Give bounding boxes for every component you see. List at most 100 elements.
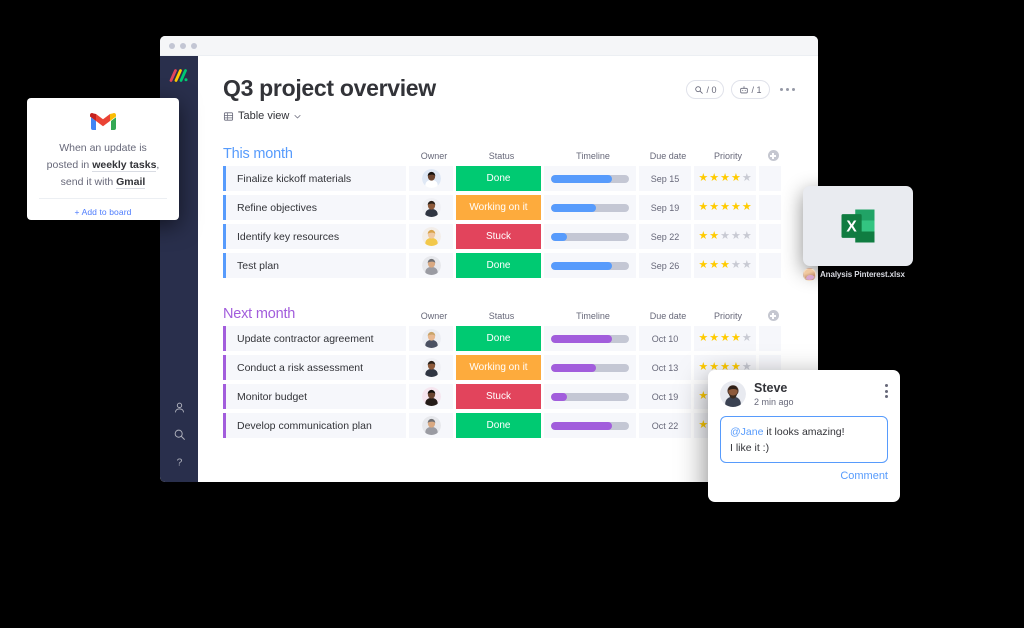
owner-cell[interactable] [409,326,453,351]
search-icon[interactable] [173,428,186,441]
priority-star[interactable]: ★ [720,333,730,344]
priority-star[interactable]: ★ [731,173,741,184]
column-header[interactable]: Priority [697,151,759,162]
timeline-cell[interactable] [544,195,636,220]
column-header[interactable]: Timeline [547,311,639,322]
table-row[interactable]: Update contractor agreement Done Oct 10 ★ ★ ★… [223,326,798,351]
owner-cell[interactable] [409,253,453,278]
status-cell[interactable]: Stuck [456,224,541,249]
task-name-cell[interactable]: Finalize kickoff materials [223,166,406,191]
priority-star[interactable]: ★ [731,260,741,271]
column-header[interactable]: Owner [412,311,456,322]
table-row[interactable]: Refine objectives Working on it Sep 19 ★ ★ ★ ★… [223,195,798,220]
priority-cell[interactable]: ★★★★★ [694,195,756,220]
priority-star[interactable]: ★ [731,231,741,242]
priority-star[interactable]: ★ [709,173,719,184]
status-cell[interactable]: Working on it [456,195,541,220]
priority-cell[interactable]: ★★★★★ [694,224,756,249]
window-maximize-dot[interactable] [191,42,197,49]
priority-star[interactable]: ★ [731,202,741,213]
comment-more-menu-button[interactable] [885,381,888,398]
excel-file-card[interactable]: X [803,186,913,266]
priority-cell[interactable]: ★★★★★ [694,253,756,278]
priority-star[interactable]: ★ [709,202,719,213]
priority-star[interactable]: ★ [698,420,708,431]
priority-star[interactable]: ★ [720,173,730,184]
add-column-button[interactable] [767,150,779,161]
owner-cell[interactable] [409,166,453,191]
timeline-cell[interactable] [544,253,636,278]
due-date-cell[interactable]: Sep 26 [639,253,691,278]
help-question-icon[interactable]: ? [173,455,186,468]
status-cell[interactable]: Done [456,413,541,438]
timeline-cell[interactable] [544,413,636,438]
timeline-cell[interactable] [544,166,636,191]
add-to-board-link[interactable]: + Add to board [39,199,167,217]
status-cell[interactable]: Stuck [456,384,541,409]
due-date-cell[interactable]: Sep 19 [639,195,691,220]
priority-star[interactable]: ★ [720,202,730,213]
priority-star[interactable]: ★ [742,260,752,271]
group-title[interactable]: Next month [223,306,409,322]
timeline-cell[interactable] [544,326,636,351]
comment-submit-button[interactable]: Comment [720,470,888,482]
table-row[interactable]: Finalize kickoff materials Done Sep 15 ★ ★ ★ ★… [223,166,798,191]
timeline-cell[interactable] [544,224,636,249]
due-date-cell[interactable]: Sep 22 [639,224,691,249]
board-more-menu-button[interactable] [777,87,799,92]
due-date-cell[interactable]: Oct 22 [639,413,691,438]
priority-star[interactable]: ★ [698,202,708,213]
priority-cell[interactable]: ★★★★★ [694,166,756,191]
priority-star[interactable]: ★ [720,260,730,271]
priority-star[interactable]: ★ [698,391,708,402]
column-header[interactable]: Status [459,311,544,322]
comment-input[interactable]: @Jane it looks amazing! I like it :) [720,416,888,463]
priority-star[interactable]: ★ [698,333,708,344]
due-date-cell[interactable]: Oct 10 [639,326,691,351]
automation-pill-button[interactable]: / 1 [731,80,770,99]
priority-star[interactable]: ★ [709,333,719,344]
status-cell[interactable]: Done [456,326,541,351]
task-name-cell[interactable]: Monitor budget [223,384,406,409]
status-cell[interactable]: Done [456,253,541,278]
task-name-cell[interactable]: Refine objectives [223,195,406,220]
table-row[interactable]: Identify key resources Stuck Sep 22 ★ ★ ★ ★ ★ [223,224,798,249]
priority-star[interactable]: ★ [698,260,708,271]
monday-logo[interactable] [169,67,189,83]
timeline-cell[interactable] [544,384,636,409]
due-date-cell[interactable]: Oct 19 [639,384,691,409]
priority-star[interactable]: ★ [742,333,752,344]
add-column-button[interactable] [767,310,779,321]
priority-star[interactable]: ★ [698,173,708,184]
window-close-dot[interactable] [169,42,175,49]
column-header[interactable]: Owner [412,151,456,162]
priority-star[interactable]: ★ [720,231,730,242]
column-header[interactable]: Timeline [547,151,639,162]
window-minimize-dot[interactable] [180,42,186,49]
priority-star[interactable]: ★ [709,260,719,271]
task-name-cell[interactable]: Develop communication plan [223,413,406,438]
priority-star[interactable]: ★ [742,231,752,242]
priority-star[interactable]: ★ [698,231,708,242]
task-name-cell[interactable]: Update contractor agreement [223,326,406,351]
status-cell[interactable]: Working on it [456,355,541,380]
owner-cell[interactable] [409,413,453,438]
status-cell[interactable]: Done [456,166,541,191]
task-name-cell[interactable]: Conduct a risk assessment [223,355,406,380]
priority-star[interactable]: ★ [698,362,708,373]
column-header[interactable]: Priority [697,311,759,322]
owner-cell[interactable] [409,195,453,220]
table-row[interactable]: Test plan Done Sep 26 ★ ★ ★ ★ ★ [223,253,798,278]
priority-star[interactable]: ★ [742,173,752,184]
priority-star[interactable]: ★ [731,333,741,344]
owner-cell[interactable] [409,355,453,380]
group-title[interactable]: This month [223,146,409,162]
task-name-cell[interactable]: Identify key resources [223,224,406,249]
view-selector[interactable]: Table view [223,110,798,122]
priority-cell[interactable]: ★★★★★ [694,326,756,351]
due-date-cell[interactable]: Oct 13 [639,355,691,380]
task-name-cell[interactable]: Test plan [223,253,406,278]
column-header[interactable]: Due date [642,311,694,322]
owner-cell[interactable] [409,384,453,409]
owner-cell[interactable] [409,224,453,249]
